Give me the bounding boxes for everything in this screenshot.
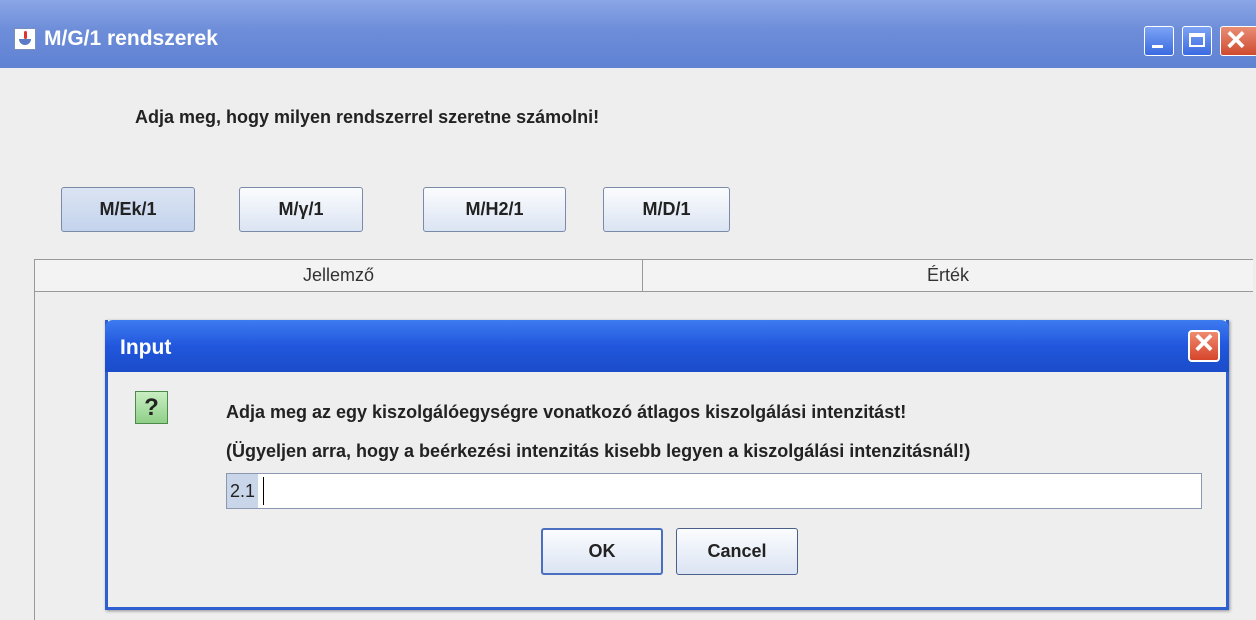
- window-title: M/G/1 rendszerek: [44, 27, 218, 50]
- column-header-jellemzo[interactable]: Jellemző: [35, 260, 643, 291]
- input-value-text: 2.1: [227, 474, 259, 508]
- system-button-label: M/Ek/1: [99, 199, 157, 219]
- system-button-mek1[interactable]: M/Ek/1: [61, 187, 195, 232]
- text-caret: [263, 477, 264, 505]
- question-icon: ?: [135, 391, 168, 424]
- system-button-md1[interactable]: M/D/1: [603, 187, 730, 232]
- system-button-mh21[interactable]: M/H2/1: [423, 187, 566, 232]
- column-header-ertek[interactable]: Érték: [643, 260, 1253, 291]
- system-button-mgamma1[interactable]: M/γ/1: [239, 187, 363, 232]
- ok-button[interactable]: OK: [541, 528, 663, 575]
- value-input-field[interactable]: [226, 473, 1202, 509]
- minimize-button[interactable]: [1144, 26, 1174, 56]
- dialog-message-line1: Adja meg az egy kiszolgálóegységre vonat…: [226, 402, 907, 422]
- cancel-button[interactable]: Cancel: [676, 528, 798, 575]
- dialog-title: Input: [120, 336, 172, 359]
- system-button-label: M/D/1: [642, 199, 691, 219]
- dialog-titlebar[interactable]: Input: [105, 320, 1229, 372]
- dialog-message-line2: (Ügyeljen arra, hogy a beérkezési intenz…: [226, 441, 971, 461]
- system-button-label: M/H2/1: [465, 199, 524, 219]
- table-header: Jellemző Érték: [35, 259, 1253, 292]
- input-dialog: Input ? Adja meg az egy kiszolgálóegység…: [105, 320, 1229, 610]
- dialog-close-button[interactable]: [1188, 324, 1220, 363]
- maximize-button[interactable]: [1182, 26, 1212, 56]
- window-titlebar[interactable]: M/G/1 rendszerek: [0, 0, 1256, 68]
- system-prompt-label: Adja meg, hogy milyen rendszerrel szeret…: [135, 107, 600, 127]
- close-window-button[interactable]: [1220, 21, 1256, 60]
- system-button-label: M/γ/1: [278, 199, 324, 219]
- java-app-icon: [14, 28, 36, 50]
